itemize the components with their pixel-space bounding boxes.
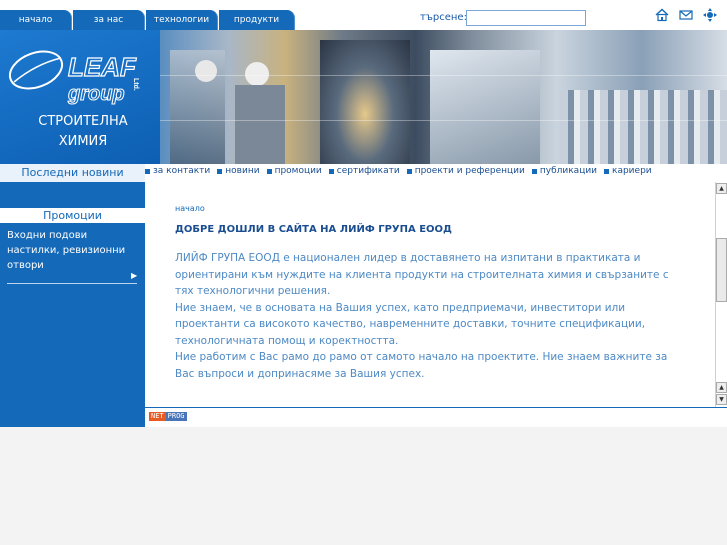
svg-text:Ltd.: Ltd. (132, 78, 139, 91)
sidebar: Промоции Входни подови настилки, ревизио… (0, 182, 145, 407)
mail-icon[interactable] (678, 7, 694, 23)
top-bar: начало за нас технологии продукти търсен… (0, 0, 727, 30)
tab-about[interactable]: за нас (73, 10, 145, 30)
bullet-icon (145, 168, 150, 174)
tab-home[interactable]: начало (0, 10, 72, 30)
paragraph: Ние знаем, че в основата на Вашия успех,… (175, 301, 646, 347)
leaf-group-logo: LEAF group Ltd. (6, 44, 146, 112)
footer-sidebar (0, 408, 145, 427)
bullet-icon (406, 168, 412, 174)
subnav-promotions[interactable]: промоции (266, 164, 322, 178)
tab-technologies[interactable]: технологии (146, 10, 218, 30)
scroll-thumb[interactable] (716, 238, 727, 302)
latest-news-link[interactable]: Последни новини (0, 164, 145, 182)
bullet-icon (531, 168, 537, 174)
search-input[interactable] (466, 10, 586, 26)
subnav-publications[interactable]: публикации (531, 164, 597, 178)
bullet-icon (266, 168, 272, 174)
intro-text: ЛИЙФ ГРУПА ЕООД е национален лидер в дос… (175, 250, 675, 382)
scroll-up-icon[interactable]: ▲ (716, 382, 727, 393)
paragraph: Ние работим с Вас рамо до рамо от самото… (175, 351, 668, 380)
divider (7, 283, 137, 284)
subnav-projects[interactable]: проекти и референции (406, 164, 525, 178)
scroll-up-icon[interactable]: ▲ (716, 183, 727, 194)
header-banner: LEAF group Ltd. СТРОИТЕЛНА ХИМИЯ (0, 30, 727, 164)
scroll-down-icon[interactable]: ▼ (716, 394, 727, 405)
subnav-contacts[interactable]: за контакти (145, 164, 210, 178)
content-scrollbar[interactable]: ▲ ▲ ▼ (715, 182, 727, 407)
developer-credit-logo[interactable]: NET PROG (149, 412, 187, 421)
sitemap-icon[interactable] (702, 7, 718, 23)
svg-text:group: group (67, 83, 125, 105)
brand-panel: LEAF group Ltd. СТРОИТЕЛНА ХИМИЯ (0, 30, 160, 164)
promotions-title: Промоции (0, 208, 145, 223)
bullet-icon (328, 168, 334, 174)
subnav-careers[interactable]: кариери (604, 164, 652, 178)
news-bar: Последни новини за контакти новини промо… (0, 164, 727, 183)
promotion-link[interactable]: Входни подови настилки, ревизионни отвор… (7, 228, 137, 273)
secondary-nav: за контакти новини промоции сертификати … (145, 164, 659, 178)
home-icon[interactable] (654, 7, 670, 23)
arrow-right-icon[interactable]: ▶ (131, 271, 137, 280)
bullet-icon (604, 168, 610, 174)
banner-photo-collage (160, 30, 727, 164)
svg-text:LEAF: LEAF (68, 52, 137, 82)
tab-products[interactable]: продукти (219, 10, 295, 30)
subnav-news[interactable]: новини (217, 164, 260, 178)
main-content: начало ДОБРЕ ДОШЛИ В САЙТА НА ЛИЙФ ГРУПА… (145, 182, 715, 407)
breadcrumb[interactable]: начало (175, 204, 205, 213)
brand-tagline: СТРОИТЕЛНА ХИМИЯ (38, 114, 128, 149)
bullet-icon (217, 168, 223, 174)
page-title: ДОБРЕ ДОШЛИ В САЙТА НА ЛИЙФ ГРУПА ЕООД (175, 224, 452, 235)
footer: NET PROG (0, 407, 727, 427)
main-nav: начало за нас технологии продукти (0, 10, 296, 30)
paragraph: ЛИЙФ ГРУПА ЕООД е национален лидер в дос… (175, 252, 669, 297)
search-label: търсене: (420, 12, 467, 23)
subnav-certificates[interactable]: сертификати (328, 164, 400, 178)
